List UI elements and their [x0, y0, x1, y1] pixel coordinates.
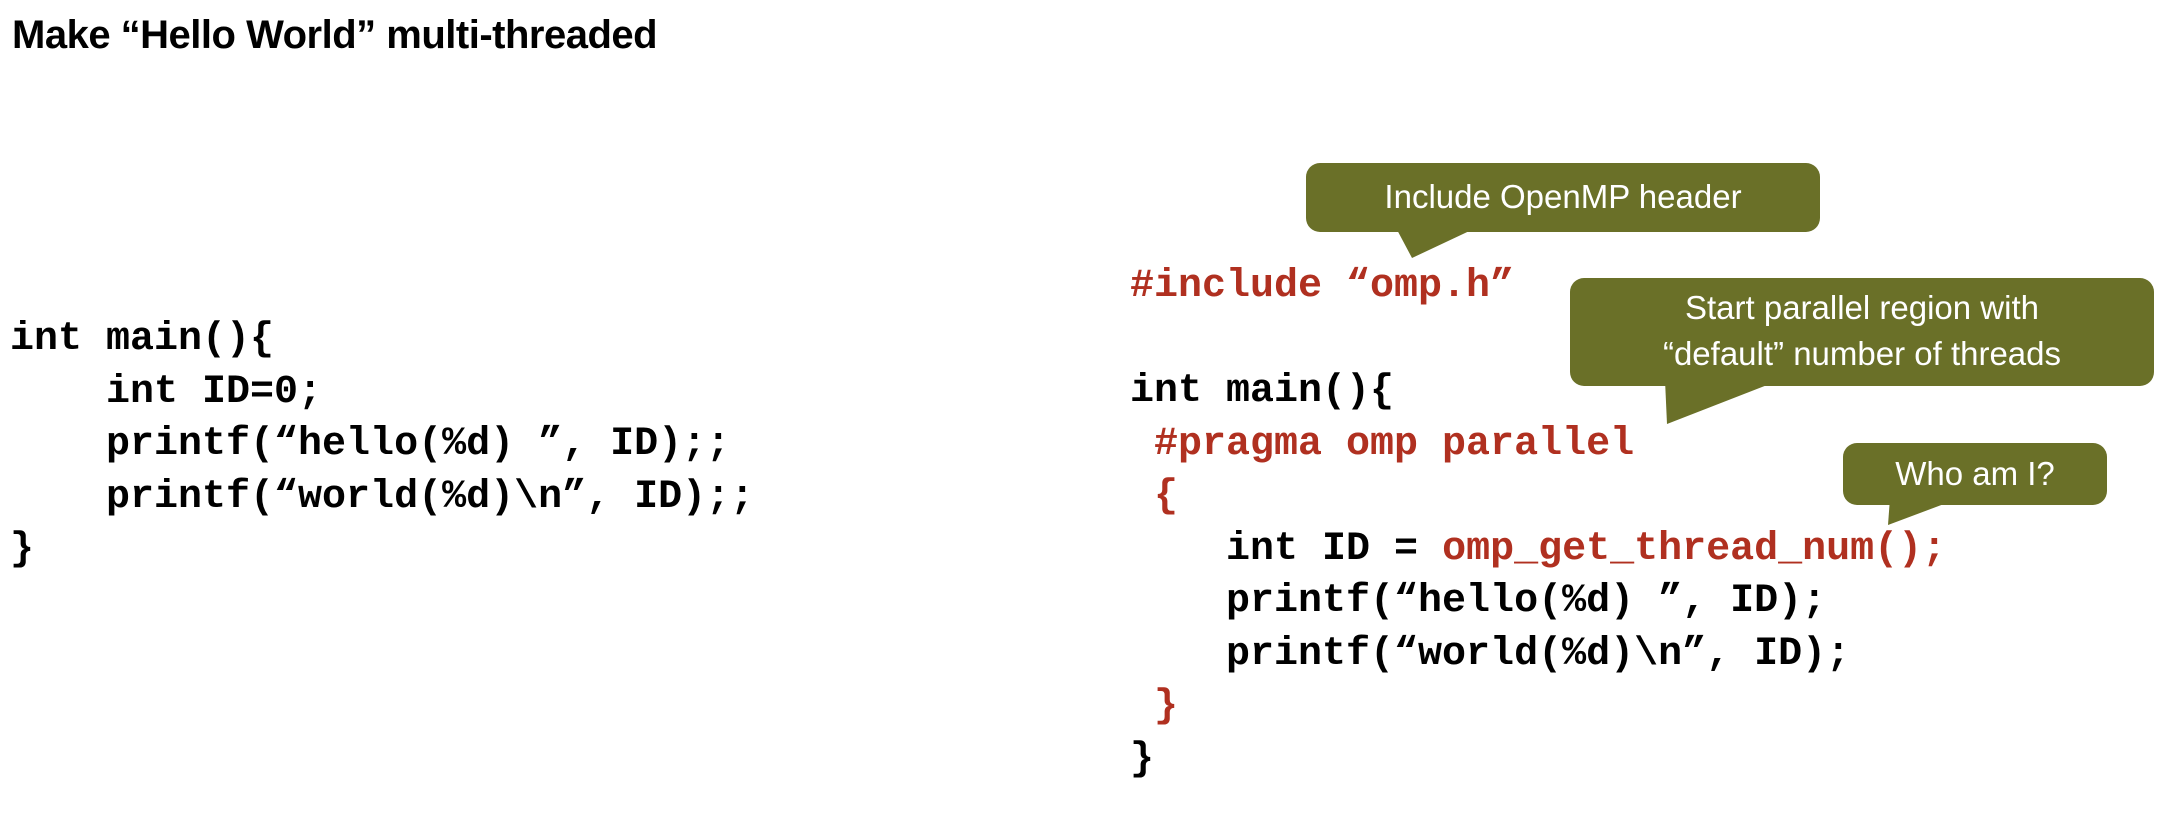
include-header-callout: Include OpenMP header	[1306, 163, 1820, 232]
callout-text: “default” number of threads	[1662, 335, 2062, 372]
callout-text: Start parallel region with	[1684, 289, 2039, 326]
slide: Make “Hello World” multi-threaded int ma…	[0, 0, 2167, 816]
callout-tails	[1395, 226, 1960, 525]
callout-text: Who am I?	[1895, 455, 2055, 492]
parallel-region-callout: Start parallel region with “default” num…	[1570, 278, 2154, 386]
who-am-i-callout: Who am I?	[1843, 443, 2107, 505]
callout-text: Include OpenMP header	[1384, 178, 1742, 215]
parallel-callout-tail	[1665, 380, 1780, 424]
